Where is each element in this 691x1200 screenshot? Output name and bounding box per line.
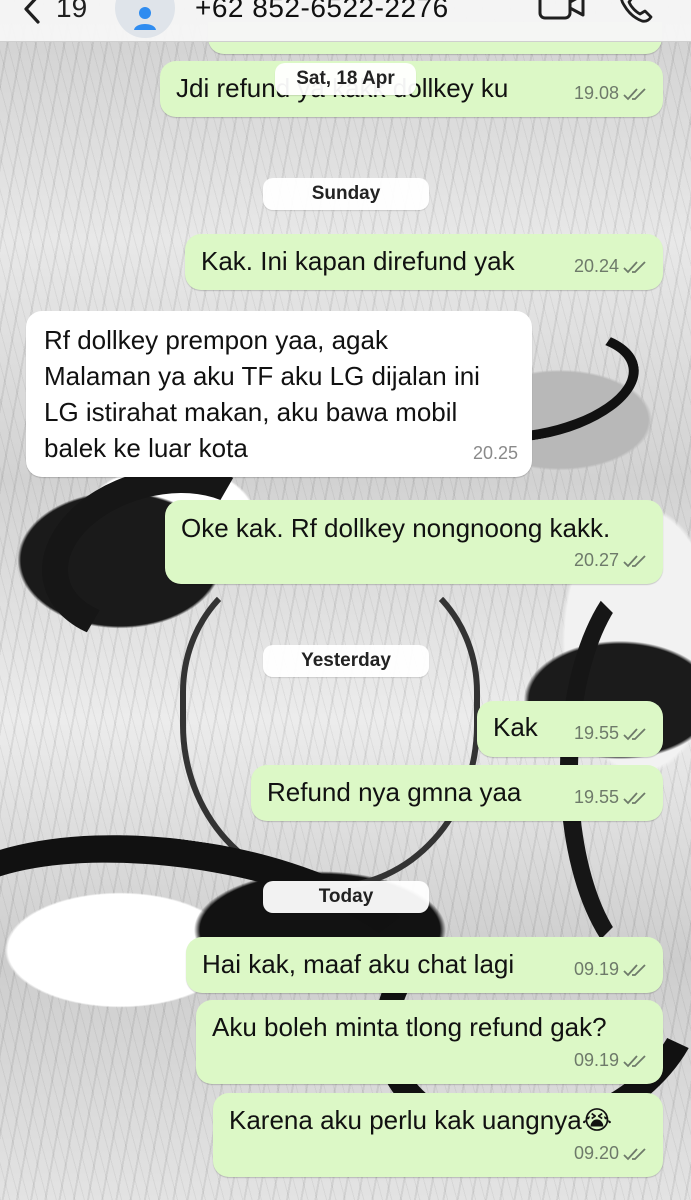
avatar[interactable] <box>115 0 175 38</box>
message-meta: 20.27 <box>574 543 649 578</box>
unread-count[interactable]: 19 <box>56 0 87 24</box>
double-check-icon <box>623 727 646 740</box>
message-bubble-incoming[interactable]: Rf dollkey prempon yaa, agak Malaman ya … <box>26 311 532 477</box>
double-check-icon <box>623 260 646 273</box>
message-text: Hai kak, maaf aku chat lagi <box>202 949 515 979</box>
contact-name[interactable]: +62 852-6522-2276 <box>195 0 449 24</box>
message-text-line: balek ke luar kota <box>44 433 248 463</box>
message-time: 20.27 <box>573 550 619 570</box>
message-text: Aku boleh minta tlong refund gak? <box>212 1012 607 1042</box>
message-meta: 19.08 <box>574 76 649 111</box>
message-time: 09.19 <box>573 959 619 979</box>
double-check-icon <box>623 554 646 567</box>
message-bubble-outgoing[interactable]: Karena aku perlu kak uangnya😭 09.20 <box>213 1093 663 1177</box>
message-bubble-outgoing[interactable]: Aku boleh minta tlong refund gak? 09.19 <box>196 1000 663 1084</box>
phone-call-icon[interactable] <box>618 0 654 24</box>
message-meta: 09.19 <box>574 952 649 987</box>
date-separator: Sat, 18 Apr <box>275 63 416 95</box>
double-check-icon <box>623 87 646 100</box>
message-text: Refund nya gmna yaa <box>267 777 522 807</box>
message-text: Karena aku perlu kak uangnya😭 <box>229 1105 613 1135</box>
message-time: 09.20 <box>573 1143 619 1163</box>
message-bubble-outgoing[interactable]: Kak 19.55 <box>477 701 663 757</box>
date-separator: Sunday <box>263 178 429 210</box>
message-bubble-outgoing[interactable]: Oke kak. Rf dollkey nongnoong kakk. 20.2… <box>165 500 663 584</box>
back-chevron-icon[interactable] <box>18 0 48 24</box>
message-meta: 09.20 <box>574 1136 649 1171</box>
date-separator: Yesterday <box>263 645 429 677</box>
double-check-icon <box>623 791 646 804</box>
message-text: Oke kak. Rf dollkey nongnoong kakk. <box>181 513 611 543</box>
message-meta: 09.19 <box>574 1043 649 1078</box>
message-time: 20.24 <box>573 256 619 276</box>
double-check-icon <box>623 1147 646 1160</box>
message-text: Kak <box>493 712 538 742</box>
message-meta: 20.24 <box>574 249 649 284</box>
message-text-line: LG istirahat makan, aku bawa mobil <box>44 397 458 427</box>
contact-avatar-icon <box>134 7 156 30</box>
message-text-line: Rf dollkey prempon yaa, agak <box>44 325 388 355</box>
message-bubble-outgoing[interactable]: Refund nya gmna yaa 19.55 <box>251 765 663 821</box>
message-meta: 20.25 <box>473 436 518 471</box>
message-bubble-outgoing[interactable]: Kak. Ini kapan direfund yak 20.24 <box>185 234 663 290</box>
message-meta: 19.55 <box>574 780 649 815</box>
message-time: 19.55 <box>573 787 619 807</box>
date-separator: Today <box>263 881 429 913</box>
message-text-line: Malaman ya aku TF aku LG dijalan ini <box>44 361 480 391</box>
message-text: Kak. Ini kapan direfund yak <box>201 246 515 276</box>
message-time: 19.08 <box>573 83 619 103</box>
chat-header: 19 +62 852-6522-2276 <box>0 0 691 42</box>
message-time: 20.25 <box>472 443 518 463</box>
message-meta: 19.55 <box>574 716 649 751</box>
double-check-icon <box>623 1054 646 1067</box>
double-check-icon <box>623 963 646 976</box>
video-call-icon[interactable] <box>538 0 586 24</box>
message-bubble-outgoing[interactable]: Hai kak, maaf aku chat lagi 09.19 <box>186 937 663 993</box>
message-time: 09.19 <box>573 1050 619 1070</box>
message-time: 19.55 <box>573 723 619 743</box>
